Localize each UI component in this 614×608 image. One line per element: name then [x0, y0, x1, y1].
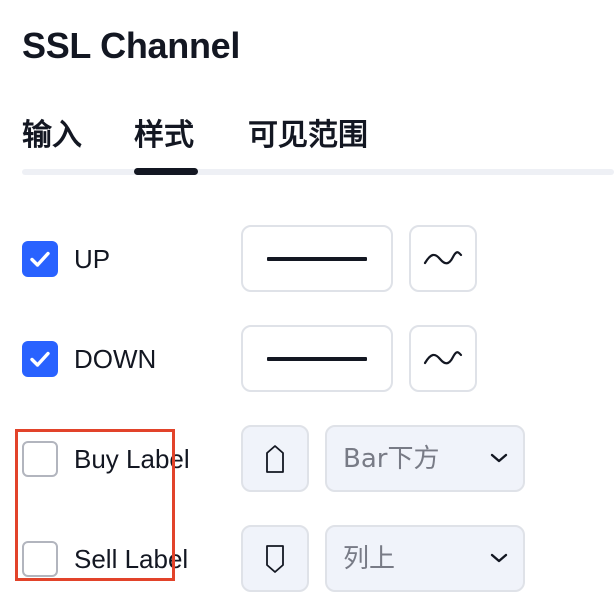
line-sample-icon — [267, 257, 367, 261]
label-up-icon — [266, 444, 284, 473]
buy-label-position-select[interactable]: Bar下方 — [325, 425, 525, 492]
up-label: UP — [74, 244, 111, 274]
line-sample-icon — [267, 357, 367, 361]
settings-row-up: UP — [22, 225, 614, 293]
buy-label-checkbox[interactable] — [22, 441, 58, 477]
settings-row-down: DOWN — [22, 325, 614, 393]
sell-label-label: Sell Label — [74, 544, 189, 574]
active-tab-indicator — [134, 168, 198, 175]
check-icon — [30, 351, 50, 367]
tab-visibility[interactable]: 可见范围 — [248, 112, 368, 160]
check-icon — [30, 251, 50, 267]
up-plot-type-button[interactable] — [409, 225, 477, 292]
wave-icon — [423, 250, 463, 264]
chevron-down-icon — [490, 553, 508, 563]
down-label: DOWN — [74, 344, 157, 374]
select-value: 列上 — [343, 544, 396, 574]
settings-row-sell-label: Sell Label 列上 — [22, 525, 614, 593]
tab-bar: 输入 样式 可见范围 — [22, 112, 614, 176]
select-value: Bar下方 — [343, 444, 440, 474]
label-down-icon — [266, 544, 284, 573]
wave-icon — [423, 350, 463, 364]
down-line-style-button[interactable] — [241, 325, 393, 392]
sell-label-shape-button[interactable] — [241, 525, 309, 592]
sell-label-position-select[interactable]: 列上 — [325, 525, 525, 592]
down-checkbox[interactable] — [22, 341, 58, 377]
dialog-title: SSL Channel — [22, 25, 241, 66]
chevron-down-icon — [490, 453, 508, 463]
up-line-style-button[interactable] — [241, 225, 393, 292]
buy-label-label: Buy Label — [74, 444, 190, 474]
up-checkbox[interactable] — [22, 241, 58, 277]
style-settings-dialog: SSL Channel 输入 样式 可见范围 UP DOWN Buy Label… — [0, 0, 614, 608]
buy-label-shape-button[interactable] — [241, 425, 309, 492]
settings-row-buy-label: Buy Label Bar下方 — [22, 425, 614, 493]
down-plot-type-button[interactable] — [409, 325, 477, 392]
tab-style[interactable]: 样式 — [134, 112, 194, 160]
tab-inputs[interactable]: 输入 — [22, 112, 82, 160]
sell-label-checkbox[interactable] — [22, 541, 58, 577]
tab-track — [22, 169, 614, 175]
